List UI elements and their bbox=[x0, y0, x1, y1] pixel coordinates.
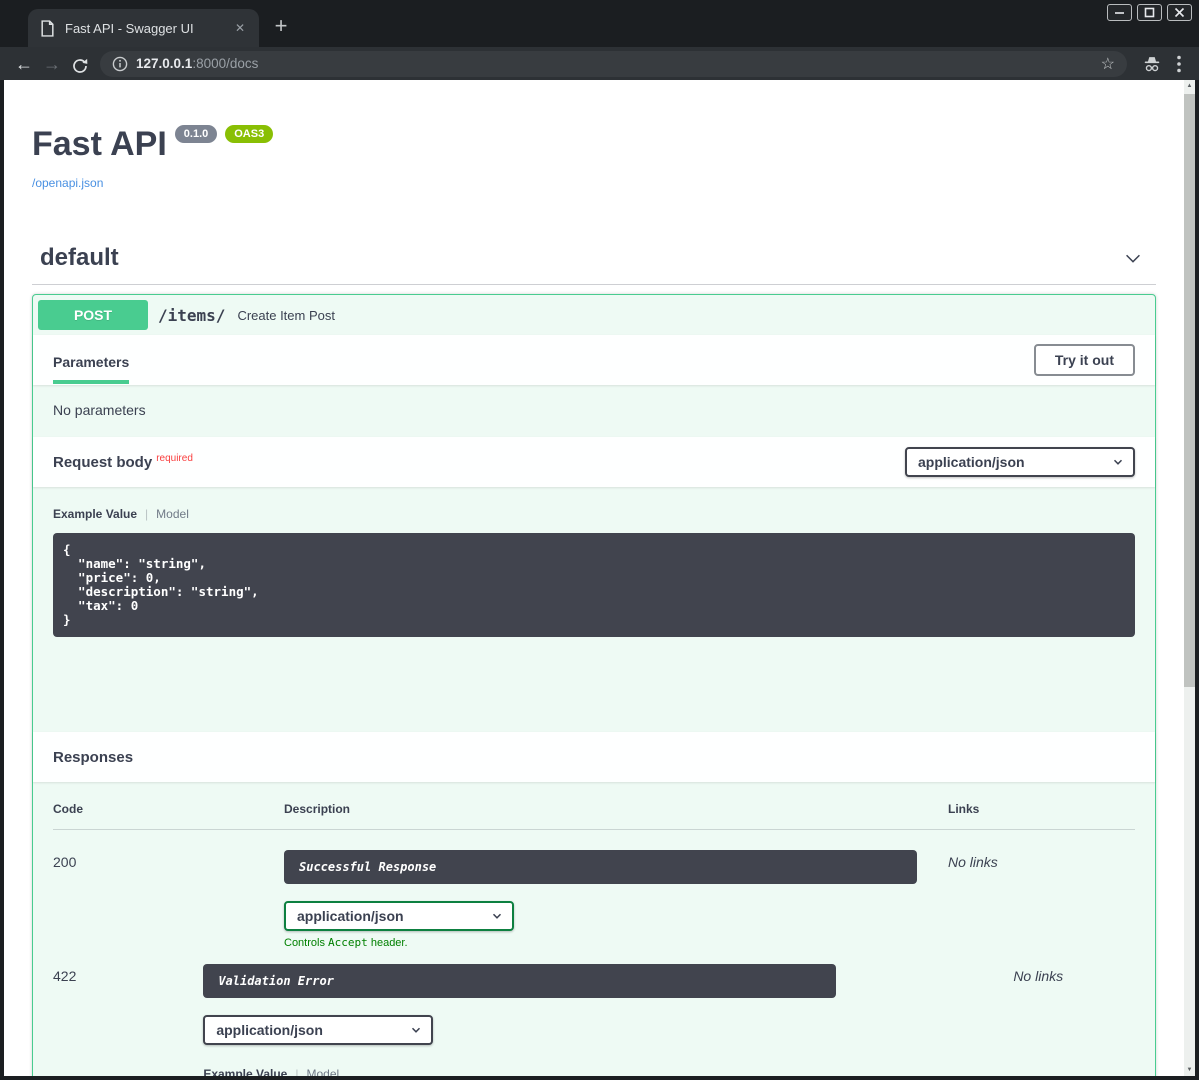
toolbar-right bbox=[1135, 54, 1189, 74]
required-label: required bbox=[156, 453, 193, 464]
response-200-description: Successful Response bbox=[284, 850, 917, 884]
response-200-content-type-select[interactable]: application/json bbox=[284, 901, 514, 931]
back-icon[interactable]: ← bbox=[10, 51, 38, 77]
oas3-badge: OAS3 bbox=[225, 125, 273, 143]
favicon-document-icon bbox=[40, 20, 55, 37]
new-tab-button[interactable]: + bbox=[266, 12, 296, 42]
request-content-type-select[interactable]: application/json bbox=[905, 447, 1135, 477]
no-parameters-text: No parameters bbox=[33, 385, 1155, 437]
incognito-icon bbox=[1141, 54, 1163, 74]
url-bar[interactable]: 127.0.0.1:8000/docs ☆ bbox=[100, 51, 1127, 77]
responses-content: Code Description Links 200 Successful Re… bbox=[33, 782, 1155, 1076]
tab-example-value[interactable]: Example Value bbox=[53, 507, 137, 521]
accept-header-note: Controls Accept header. bbox=[284, 936, 948, 949]
scrollbar-down-arrow[interactable]: ▼ bbox=[1184, 1067, 1195, 1073]
forward-icon[interactable]: → bbox=[38, 51, 66, 77]
column-description: Description bbox=[284, 802, 948, 816]
responses-table-header: Code Description Links bbox=[53, 802, 1135, 830]
parameters-header: Parameters Try it out bbox=[33, 335, 1155, 385]
response-422-links: No links bbox=[1013, 964, 1135, 1076]
response-200-links: No links bbox=[948, 850, 1135, 949]
reload-icon[interactable] bbox=[66, 53, 94, 75]
url-text[interactable]: 127.0.0.1:8000/docs bbox=[136, 56, 1099, 71]
tab-strip: Fast API - Swagger UI ✕ + bbox=[0, 0, 1199, 47]
request-body-header: Request bodyrequired application/json bbox=[33, 437, 1155, 487]
openapi-json-link[interactable]: /openapi.json bbox=[32, 176, 103, 190]
response-row-422: 422 Validation Error application/json bbox=[53, 949, 1135, 1076]
version-badge: 0.1.0 bbox=[175, 125, 217, 143]
tab-close-icon[interactable]: ✕ bbox=[231, 19, 249, 37]
response-422-description-cell: Validation Error application/json Exampl… bbox=[203, 964, 1013, 1076]
response-code-422: 422 bbox=[53, 964, 203, 1076]
scrollbar-thumb[interactable] bbox=[1184, 94, 1195, 687]
model-example-tabs-422: Example Value|Model bbox=[203, 1067, 1013, 1076]
window-controls bbox=[1107, 4, 1192, 21]
maximize-button[interactable] bbox=[1137, 4, 1162, 21]
select-chevron-icon bbox=[490, 909, 504, 923]
page-scrollbar[interactable]: ▲ ▼ bbox=[1184, 80, 1195, 1076]
api-info: Fast API 0.1.0 OAS3 /openapi.json bbox=[32, 80, 1156, 192]
scrollbar-up-arrow[interactable]: ▲ bbox=[1184, 83, 1195, 89]
browser-toolbar: ← → 127.0.0.1:8000/docs ☆ bbox=[0, 47, 1199, 80]
chevron-down-icon[interactable] bbox=[1122, 247, 1144, 269]
request-example-code[interactable]: { "name": "string", "price": 0, "descrip… bbox=[53, 533, 1135, 637]
close-button[interactable] bbox=[1167, 4, 1192, 21]
bookmark-star-icon[interactable]: ☆ bbox=[1099, 54, 1117, 74]
response-200-description-cell: Successful Response application/json Con… bbox=[284, 850, 948, 949]
page-content: Fast API 0.1.0 OAS3 /openapi.json default … bbox=[4, 80, 1184, 1076]
operation-path: /items/ bbox=[158, 306, 225, 325]
tab-example-value-422[interactable]: Example Value bbox=[203, 1067, 287, 1076]
page-title: Fast API bbox=[32, 125, 167, 163]
request-body-content: Example Value|Model { "name": "string", … bbox=[33, 487, 1155, 732]
response-row-200: 200 Successful Response application/json bbox=[53, 830, 1135, 949]
select-chevron-icon bbox=[1111, 455, 1125, 469]
url-host: 127.0.0.1 bbox=[136, 56, 192, 71]
swagger-page: Fast API 0.1.0 OAS3 /openapi.json default … bbox=[4, 80, 1184, 1076]
model-example-tabs: Example Value|Model bbox=[53, 507, 1135, 521]
tab-model-422[interactable]: Model bbox=[306, 1067, 339, 1076]
responses-title: Responses bbox=[53, 749, 133, 766]
select-chevron-icon bbox=[409, 1023, 423, 1037]
request-content-type-value: application/json bbox=[918, 454, 1025, 470]
try-it-out-button[interactable]: Try it out bbox=[1034, 344, 1135, 376]
minimize-button[interactable] bbox=[1107, 4, 1132, 21]
response-422-description: Validation Error bbox=[203, 964, 836, 998]
response-422-content-type-value: application/json bbox=[216, 1022, 323, 1038]
column-code: Code bbox=[53, 802, 284, 816]
tag-section-default: default POST /items/ Create Item Post Pa… bbox=[32, 244, 1156, 1076]
response-code-200: 200 bbox=[53, 850, 284, 949]
request-body-title: Request bodyrequired bbox=[53, 454, 193, 471]
tag-header[interactable]: default bbox=[32, 244, 1156, 285]
tab-title: Fast API - Swagger UI bbox=[65, 21, 231, 36]
tag-name: default bbox=[40, 244, 119, 272]
opblock-post-items: POST /items/ Create Item Post Parameters… bbox=[32, 294, 1156, 1076]
operation-description: Create Item Post bbox=[237, 308, 335, 323]
parameters-tab[interactable]: Parameters bbox=[53, 336, 129, 384]
url-path: :8000/docs bbox=[192, 56, 258, 71]
response-200-content-type-value: application/json bbox=[297, 908, 404, 924]
responses-header: Responses bbox=[33, 732, 1155, 782]
response-422-content-type-select[interactable]: application/json bbox=[203, 1015, 433, 1045]
browser-window: Fast API - Swagger UI ✕ + ← → 127.0.0.1:… bbox=[0, 0, 1199, 1080]
operation-summary[interactable]: POST /items/ Create Item Post bbox=[33, 295, 1155, 335]
menu-dots-icon[interactable] bbox=[1177, 55, 1181, 73]
column-links: Links bbox=[948, 802, 1135, 816]
site-info-icon[interactable] bbox=[112, 56, 128, 72]
tab-model[interactable]: Model bbox=[156, 507, 189, 521]
method-badge: POST bbox=[38, 300, 148, 330]
browser-tab[interactable]: Fast API - Swagger UI ✕ bbox=[28, 9, 259, 47]
